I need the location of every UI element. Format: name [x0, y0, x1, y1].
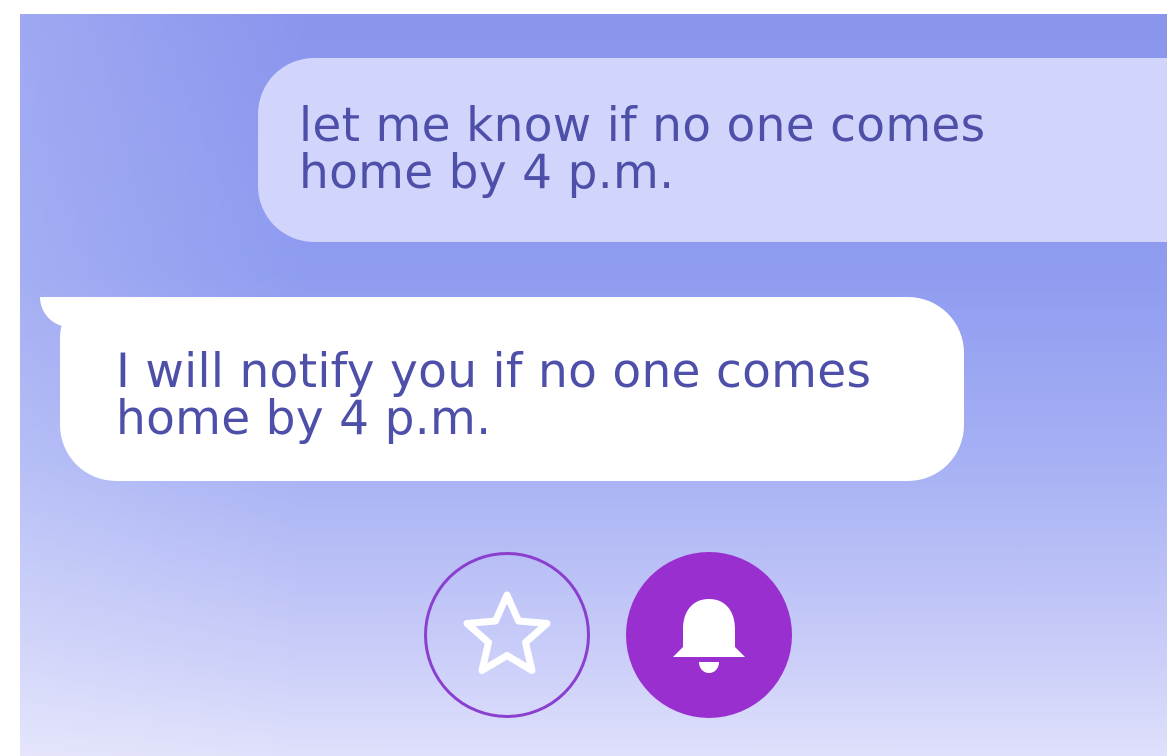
- user-message-line: let me know if no one comes: [299, 98, 986, 153]
- assistant-message-bubble: I will notify you if no one comes home b…: [60, 297, 964, 481]
- bell-icon: [673, 599, 745, 673]
- assistant-message-line: home by 4 p.m.: [116, 391, 492, 446]
- chat-screen: let me know if no one comes home by 4 p.…: [20, 14, 1167, 756]
- reminder-button[interactable]: [626, 552, 792, 718]
- favorite-button[interactable]: [424, 552, 590, 718]
- action-buttons: [424, 552, 824, 732]
- star-outline-icon: [463, 591, 551, 674]
- user-message-bubble: let me know if no one comes home by 4 p.…: [258, 58, 1167, 242]
- assistant-message-line: I will notify you if no one comes: [116, 344, 872, 399]
- user-message-line: home by 4 p.m.: [299, 145, 675, 200]
